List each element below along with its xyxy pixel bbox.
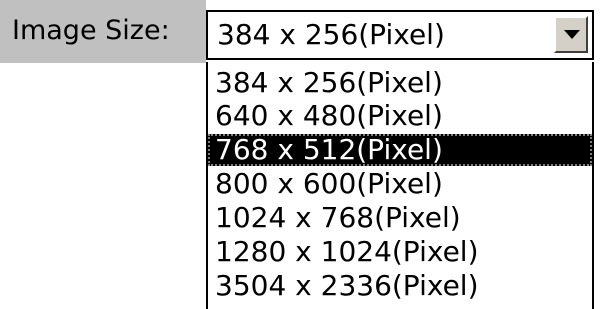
image-size-label: Image Size: <box>12 15 170 46</box>
image-size-select[interactable]: 384 x 256(Pixel) <box>206 10 594 60</box>
image-size-option[interactable]: 384 x 256(Pixel) <box>208 67 592 99</box>
image-size-option[interactable]: 800 x 600(Pixel) <box>208 168 592 200</box>
image-size-option[interactable]: 640 x 480(Pixel) <box>208 100 592 132</box>
image-size-option-highlighted[interactable]: 768 x 512(Pixel) <box>208 134 592 166</box>
dropdown-button[interactable] <box>554 16 588 53</box>
chevron-down-icon <box>564 30 580 39</box>
image-size-option[interactable]: 1024 x 768(Pixel) <box>208 202 592 234</box>
image-size-option[interactable]: 3504 x 2336(Pixel) <box>208 270 592 302</box>
image-size-selected-value: 384 x 256(Pixel) <box>217 18 445 51</box>
image-size-dropdown-list[interactable]: 384 x 256(Pixel) 640 x 480(Pixel) 768 x … <box>206 62 594 309</box>
image-size-label-box: Image Size: <box>0 0 206 63</box>
image-size-option[interactable]: 1280 x 1024(Pixel) <box>208 236 592 268</box>
